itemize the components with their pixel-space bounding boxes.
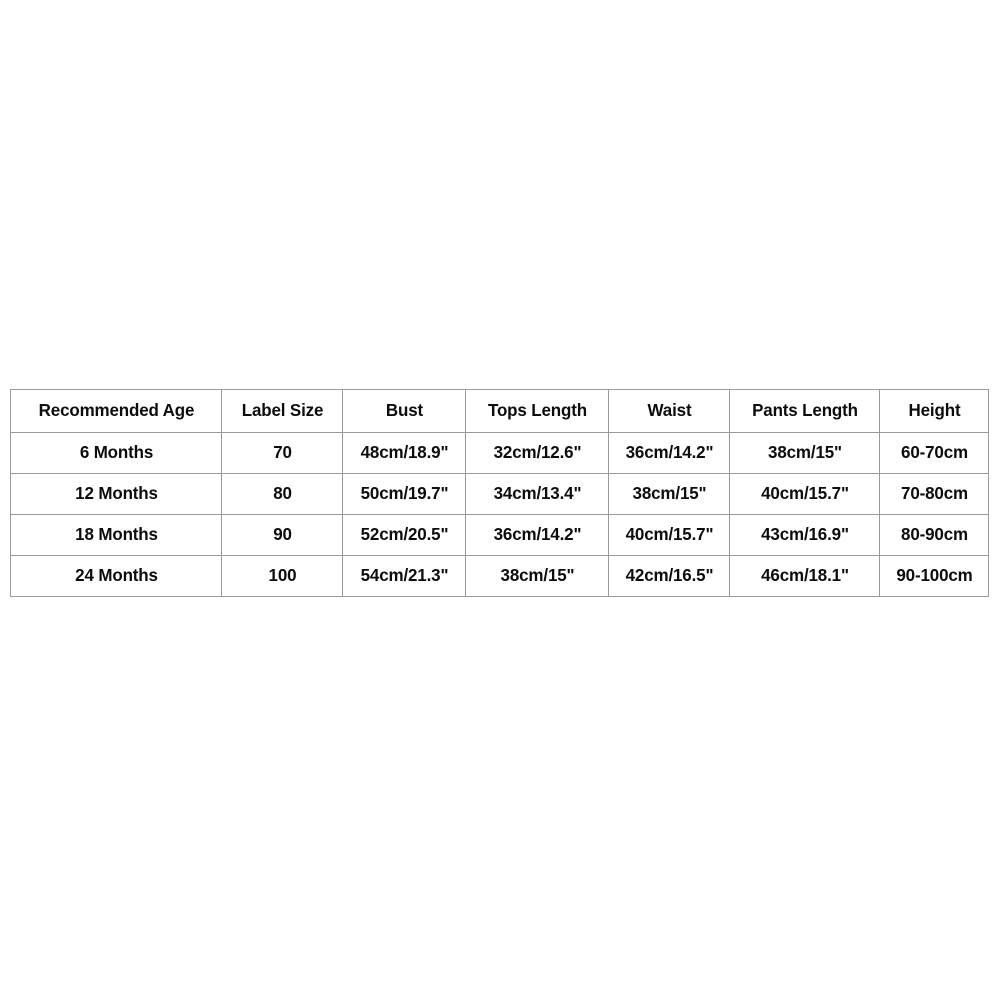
cell-height: 70-80cm (880, 473, 988, 515)
cell-waist: 36cm/14.2" (609, 432, 729, 474)
cell-tops-length: 36cm/14.2" (467, 514, 607, 556)
cell-pants-length: 40cm/15.7" (731, 473, 878, 515)
cell-pants-length: 38cm/15" (731, 432, 878, 474)
table-row: 24 Months 100 54cm/21.3" 38cm/15" 42cm/1… (11, 555, 989, 597)
column-header-recommended-age: Recommended Age (13, 389, 219, 433)
table-row: 12 Months 80 50cm/19.7" 34cm/13.4" 38cm/… (11, 473, 989, 515)
cell-recommended-age: 6 Months (13, 432, 219, 474)
cell-height: 90-100cm (880, 555, 988, 597)
column-header-pants-length: Pants Length (731, 389, 878, 433)
column-header-bust: Bust (343, 389, 465, 433)
table-body: 6 Months 70 48cm/18.9" 32cm/12.6" 36cm/1… (11, 432, 989, 597)
column-header-tops-length: Tops Length (467, 389, 607, 433)
cell-height: 60-70cm (880, 432, 988, 474)
cell-pants-length: 46cm/18.1" (731, 555, 878, 597)
cell-tops-length: 32cm/12.6" (467, 432, 607, 474)
cell-height: 80-90cm (880, 514, 988, 556)
cell-recommended-age: 24 Months (13, 555, 219, 597)
cell-recommended-age: 12 Months (13, 473, 219, 515)
cell-bust: 54cm/21.3" (343, 555, 465, 597)
cell-waist: 40cm/15.7" (609, 514, 729, 556)
cell-pants-length: 43cm/16.9" (731, 514, 878, 556)
cell-tops-length: 34cm/13.4" (467, 473, 607, 515)
column-header-height: Height (880, 389, 988, 433)
cell-recommended-age: 18 Months (13, 514, 219, 556)
cell-bust: 48cm/18.9" (343, 432, 465, 474)
cell-tops-length: 38cm/15" (467, 555, 607, 597)
cell-waist: 42cm/16.5" (609, 555, 729, 597)
column-header-waist: Waist (609, 389, 729, 433)
cell-label-size: 90 (222, 514, 342, 556)
cell-label-size: 70 (222, 432, 342, 474)
cell-label-size: 80 (222, 473, 342, 515)
cell-bust: 50cm/19.7" (343, 473, 465, 515)
table-row: 18 Months 90 52cm/20.5" 36cm/14.2" 40cm/… (11, 514, 989, 556)
table-row: 6 Months 70 48cm/18.9" 32cm/12.6" 36cm/1… (11, 432, 989, 474)
size-chart-table: Recommended Age Label Size Bust Tops Len… (10, 389, 989, 597)
table-header-row: Recommended Age Label Size Bust Tops Len… (11, 389, 989, 433)
cell-bust: 52cm/20.5" (343, 514, 465, 556)
cell-waist: 38cm/15" (609, 473, 729, 515)
column-header-label-size: Label Size (222, 389, 342, 433)
cell-label-size: 100 (222, 555, 342, 597)
table-header: Recommended Age Label Size Bust Tops Len… (11, 389, 989, 433)
size-chart-container: Recommended Age Label Size Bust Tops Len… (10, 389, 989, 597)
